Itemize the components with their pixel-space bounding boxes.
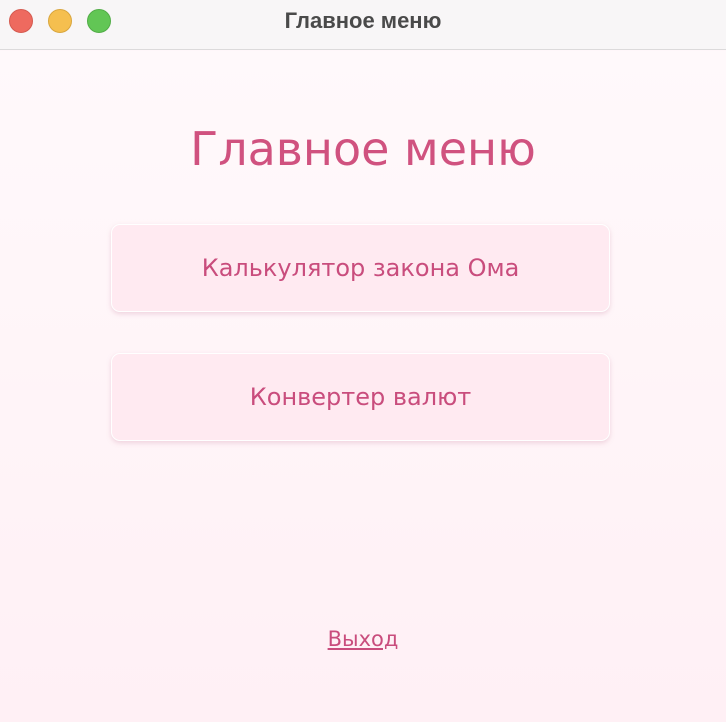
ohms-law-calculator-button[interactable]: Калькулятор закона Ома <box>111 224 610 312</box>
page-title: Главное меню <box>190 122 536 176</box>
exit-link[interactable]: Выход <box>328 627 399 651</box>
app-window: Главное меню Главное меню Калькулятор за… <box>0 0 726 722</box>
currency-converter-button[interactable]: Конвертер валют <box>111 353 610 441</box>
title-bar: Главное меню <box>0 0 726 50</box>
window-title: Главное меню <box>284 8 442 33</box>
exit-link-container: Выход <box>0 625 726 653</box>
main-menu-content: Главное меню Калькулятор закона Ома Конв… <box>0 51 726 722</box>
